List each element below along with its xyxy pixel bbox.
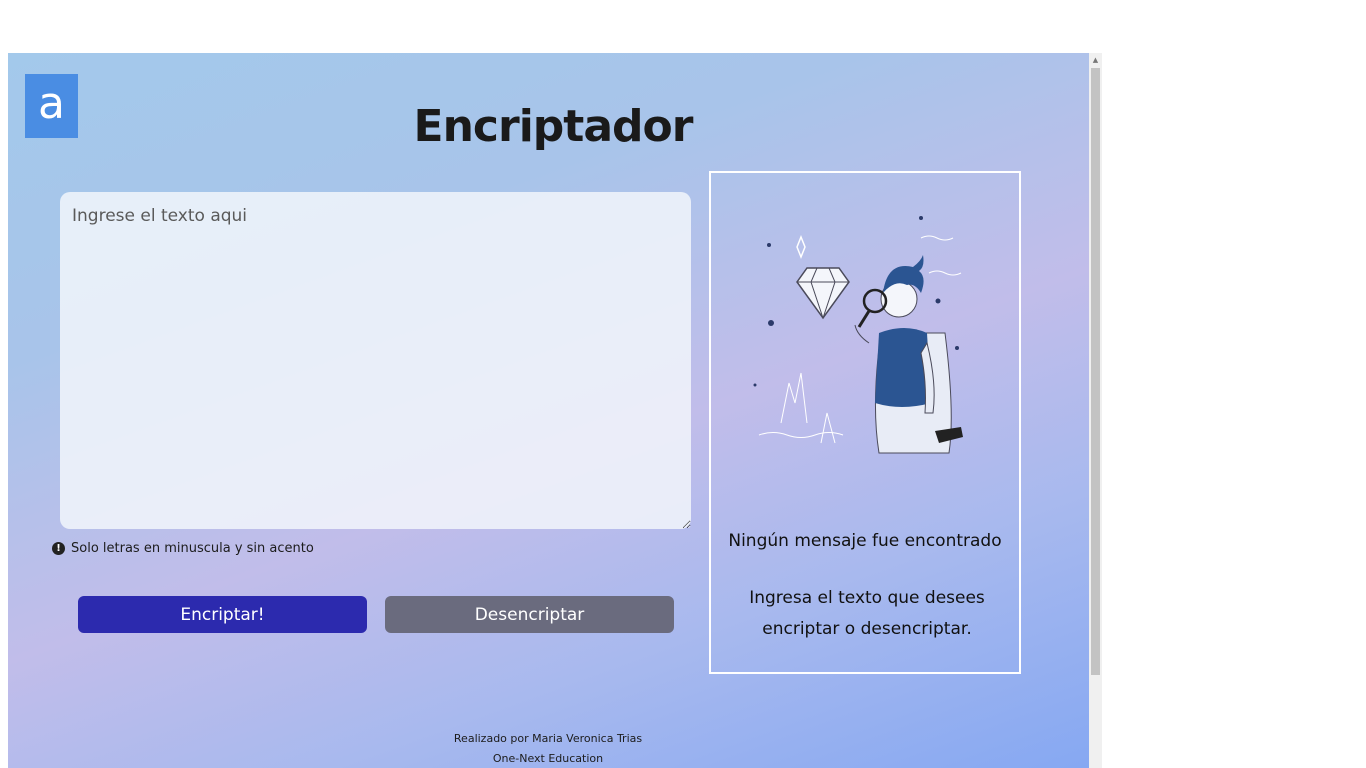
text-input[interactable] <box>60 192 691 529</box>
empty-message-title: Ningún mensaje fue encontrado <box>728 531 1002 551</box>
page-frame: a Encriptador ! Solo letras en minuscula… <box>8 53 1089 768</box>
exclamation-icon: ! <box>52 542 65 555</box>
output-panel: Ningún mensaje fue encontrado Ingresa el… <box>709 171 1021 674</box>
encrypt-button[interactable]: Encriptar! <box>78 596 367 633</box>
decrypt-button[interactable]: Desencriptar <box>385 596 674 633</box>
footer-author: Realizado por Maria Veronica Trias <box>453 732 643 745</box>
logo[interactable]: a <box>25 74 78 138</box>
scroll-up-icon[interactable]: ▲ <box>1089 53 1102 67</box>
hint-text: Solo letras en minuscula y sin acento <box>71 541 314 556</box>
footer-org: One-Next Education <box>492 752 604 765</box>
vertical-scrollbar[interactable]: ▲ <box>1089 53 1102 768</box>
footer: Realizado por Maria Veronica Trias One-N… <box>398 729 698 768</box>
scroll-thumb[interactable] <box>1091 68 1100 675</box>
page-title: Encriptador <box>413 101 694 152</box>
empty-message-body: Ingresa el texto que desees encriptar o … <box>749 588 985 639</box>
input-hint: ! Solo letras en minuscula y sin acento <box>52 541 314 556</box>
detective-illustration <box>753 216 963 454</box>
